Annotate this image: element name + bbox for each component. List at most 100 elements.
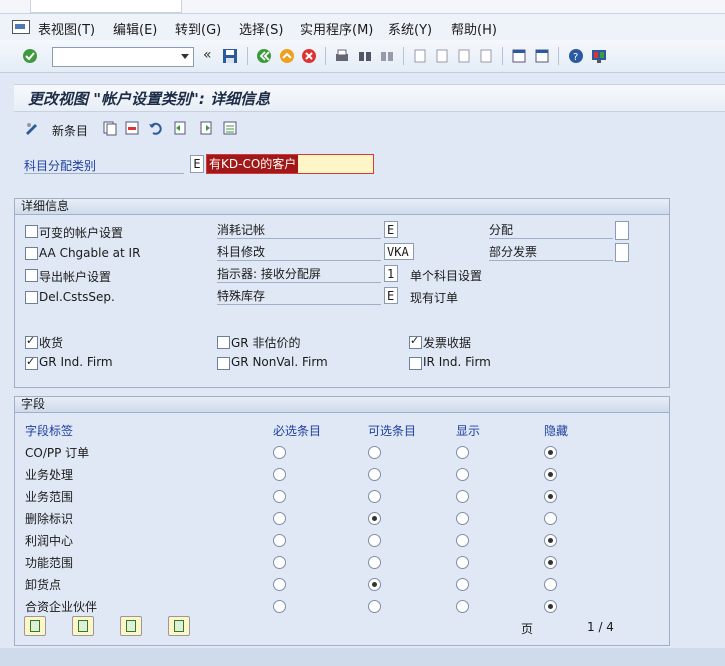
previous-entry-icon[interactable] (172, 120, 188, 136)
goods-receipt-checkbox[interactable] (25, 334, 38, 349)
find-icon[interactable] (357, 48, 373, 64)
required-radio[interactable] (273, 490, 286, 503)
required-radio[interactable] (273, 512, 286, 525)
exit-icon[interactable] (279, 48, 295, 64)
next-page-button[interactable] (120, 616, 142, 636)
display-radio[interactable] (456, 512, 469, 525)
system-menu-icon[interactable] (12, 20, 30, 34)
suppress-radio[interactable] (544, 490, 557, 503)
first-page-icon[interactable] (412, 48, 428, 64)
account-category-description[interactable]: 有KD-CO的客户 (206, 154, 374, 174)
last-page-button[interactable] (168, 616, 190, 636)
display-radio[interactable] (456, 490, 469, 503)
next-page-icon[interactable] (456, 48, 472, 64)
field-row-label: 业务范围 (25, 490, 74, 504)
acct-assignment-screen-field[interactable]: 1 (384, 265, 398, 282)
print-icon[interactable] (334, 48, 350, 64)
suppress-radio[interactable] (544, 512, 557, 525)
menu-table-view[interactable]: 表视图(T) (38, 19, 95, 38)
cancel-icon[interactable] (301, 48, 317, 64)
suppress-radio[interactable] (544, 600, 557, 613)
save-icon[interactable] (222, 48, 238, 64)
command-field[interactable] (52, 47, 194, 67)
chevron-down-icon[interactable] (181, 54, 189, 59)
copy-as-icon[interactable] (102, 120, 118, 136)
invoice-receipt-checkbox[interactable] (409, 334, 422, 349)
optional-radio[interactable] (368, 556, 381, 569)
next-entry-icon[interactable] (198, 120, 214, 136)
customize-layout-icon[interactable] (591, 48, 607, 64)
display-radio[interactable] (456, 534, 469, 547)
consumption-posting-label-line: 消耗记帐 (217, 221, 381, 239)
first-page-button[interactable] (24, 616, 46, 636)
del-costs-sep-checkbox[interactable] (25, 291, 38, 304)
distribution-field[interactable] (615, 221, 629, 240)
delete-icon[interactable] (124, 120, 140, 136)
menu-system[interactable]: 系统(Y) (388, 19, 432, 38)
required-radio[interactable] (273, 534, 286, 547)
previous-page-button[interactable] (72, 616, 94, 636)
find-next-icon[interactable] (379, 48, 395, 64)
account-category-value: 有KD-CO的客户 (207, 155, 299, 173)
consumption-posting-label: 消耗记帐 (217, 223, 266, 237)
page-title: 更改视图 "帐户设置类别": 详细信息 (28, 90, 271, 108)
new-entries-button[interactable]: 新条目 (52, 122, 88, 139)
menu-edit[interactable]: 编辑(E) (113, 19, 157, 38)
window-tab[interactable] (30, 0, 182, 13)
shortcut-icon[interactable] (534, 48, 550, 64)
display-change-icon[interactable] (24, 120, 40, 136)
field-row-label: 删除标识 (25, 512, 74, 526)
consumption-posting-field[interactable]: E (384, 221, 398, 238)
variable-account-assignment-checkbox[interactable] (25, 225, 38, 238)
variable-account-assignment-label: 可变的帐户设置 (39, 226, 124, 240)
required-radio[interactable] (273, 556, 286, 569)
gr-ind-firm-checkbox[interactable] (25, 355, 38, 370)
display-radio[interactable] (456, 578, 469, 591)
optional-radio[interactable] (368, 512, 381, 525)
account-category-key[interactable]: E (190, 155, 204, 173)
partial-invoice-field[interactable] (615, 243, 629, 262)
display-radio[interactable] (456, 556, 469, 569)
back-icon[interactable] (256, 48, 272, 64)
undo-icon[interactable] (148, 120, 164, 136)
optional-radio[interactable] (368, 446, 381, 459)
required-radio[interactable] (273, 600, 286, 613)
derive-account-assignment-checkbox[interactable] (25, 269, 38, 282)
suppress-radio[interactable] (544, 534, 557, 547)
special-stock-field[interactable]: E (384, 287, 398, 304)
menu-goto[interactable]: 转到(G) (175, 19, 221, 38)
suppress-radio[interactable] (544, 446, 557, 459)
help-icon[interactable]: ? (568, 48, 584, 64)
account-modification-field[interactable]: VKA (384, 243, 414, 260)
gr-nonval-firm-checkbox[interactable] (217, 357, 230, 370)
last-page-icon[interactable] (478, 48, 494, 64)
column-display: 显示 (456, 424, 481, 438)
aa-changeable-at-ir-checkbox[interactable] (25, 247, 38, 260)
display-radio[interactable] (456, 446, 469, 459)
display-radio[interactable] (456, 600, 469, 613)
field-row-label: 卸货点 (25, 578, 62, 592)
optional-radio[interactable] (368, 490, 381, 503)
optional-radio[interactable] (368, 534, 381, 547)
suppress-radio[interactable] (544, 556, 557, 569)
ir-ind-firm-checkbox[interactable] (409, 357, 422, 370)
column-required-entry: 必选条目 (273, 424, 322, 438)
menu-help[interactable]: 帮助(H) (451, 19, 497, 38)
required-radio[interactable] (273, 468, 286, 481)
menu-selection[interactable]: 选择(S) (239, 19, 283, 38)
enter-icon[interactable] (22, 48, 38, 64)
gr-non-valuated-checkbox[interactable] (217, 336, 230, 349)
suppress-radio[interactable] (544, 468, 557, 481)
optional-radio[interactable] (368, 578, 381, 591)
menu-utilities[interactable]: 实用程序(M) (300, 19, 373, 38)
collapse-icon[interactable]: « (203, 47, 212, 63)
required-radio[interactable] (273, 578, 286, 591)
suppress-radio[interactable] (544, 578, 557, 591)
optional-radio[interactable] (368, 468, 381, 481)
optional-radio[interactable] (368, 600, 381, 613)
new-session-icon[interactable] (511, 48, 527, 64)
display-radio[interactable] (456, 468, 469, 481)
select-all-icon[interactable] (222, 120, 238, 136)
required-radio[interactable] (273, 446, 286, 459)
previous-page-icon[interactable] (434, 48, 450, 64)
